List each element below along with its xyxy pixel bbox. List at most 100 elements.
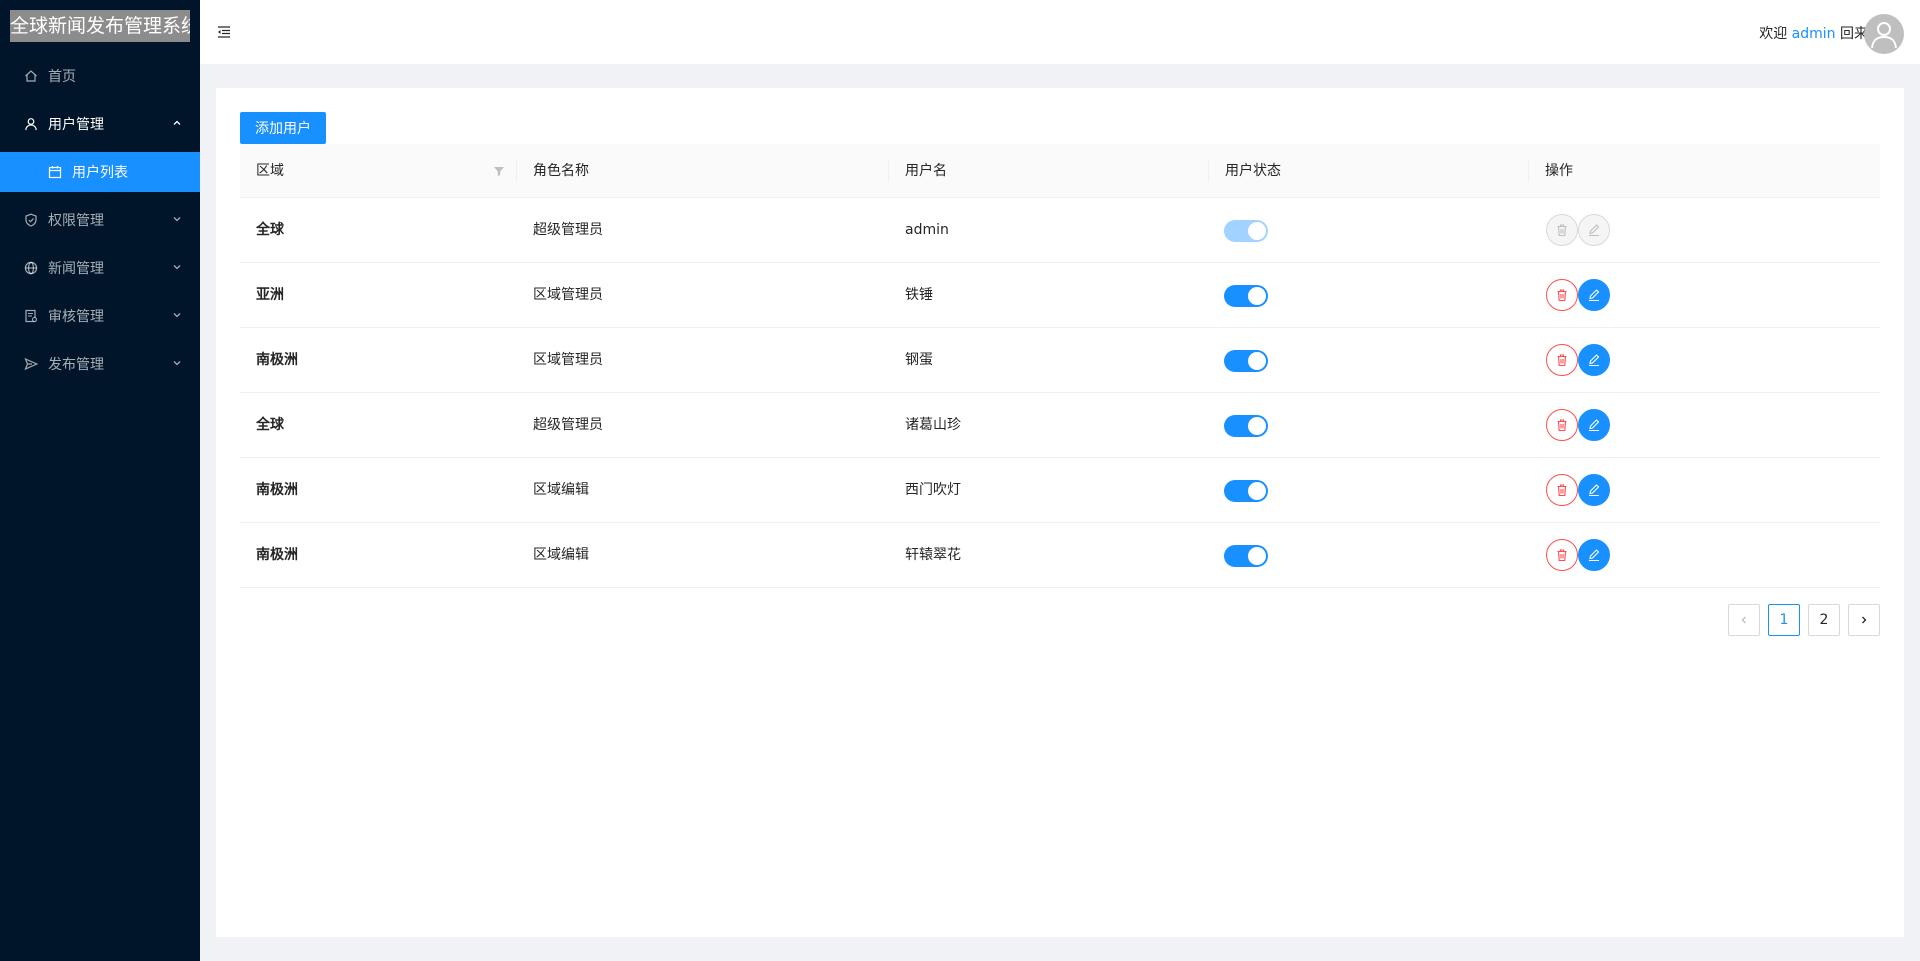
avatar[interactable]: [1864, 14, 1904, 54]
delete-icon: [1557, 484, 1567, 497]
chevron-down-icon: [173, 265, 181, 270]
table-row: 南极洲 区域编辑 西门吹灯: [240, 458, 1880, 523]
chevron-right-icon: [1862, 616, 1867, 624]
cell-region: 全球: [256, 222, 284, 238]
edit-icon: [1589, 289, 1600, 302]
edit-button[interactable]: [1578, 409, 1610, 441]
delete-button[interactable]: [1546, 474, 1578, 506]
status-toggle[interactable]: [1224, 415, 1268, 437]
chevron-up-icon: [173, 120, 181, 125]
delete-icon: [1557, 224, 1567, 237]
sidebar-item-permission[interactable]: 权限管理: [0, 200, 200, 240]
filter-icon[interactable]: [492, 164, 506, 178]
table-row: 亚洲 区域管理员 铁锤: [240, 263, 1880, 328]
cell-username: 诸葛山珍: [905, 417, 961, 433]
toggle-knob: [1248, 222, 1266, 240]
table-row: 全球 超级管理员 admin: [240, 198, 1880, 263]
table-row: 全球 超级管理员 诸葛山珍: [240, 393, 1880, 458]
shield-icon: [24, 213, 38, 227]
sidebar-item-publish[interactable]: 发布管理: [0, 344, 200, 384]
header-username: admin: [1791, 26, 1836, 42]
edit-icon: [1589, 419, 1600, 432]
sidebar-item-label: 审核管理: [48, 309, 104, 325]
toggle-knob: [1248, 287, 1266, 305]
toggle-knob: [1248, 352, 1266, 370]
cell-username: 西门吹灯: [905, 482, 961, 498]
sidebar-item-home[interactable]: 首页: [0, 56, 200, 96]
cell-username: 铁锤: [905, 287, 933, 303]
delete-icon: [1557, 354, 1567, 367]
cell-username: 轩辕翠花: [905, 547, 961, 563]
status-toggle[interactable]: [1224, 545, 1268, 567]
delete-button[interactable]: [1546, 344, 1578, 376]
delete-icon: [1557, 419, 1567, 432]
sidebar-item-label: 新闻管理: [48, 261, 104, 277]
edit-button[interactable]: [1578, 279, 1610, 311]
delete-button[interactable]: [1546, 214, 1578, 246]
pagination-next[interactable]: [1848, 604, 1880, 636]
calendar-icon: [48, 165, 62, 179]
column-header-role: 角色名称: [533, 163, 589, 179]
status-toggle[interactable]: [1224, 285, 1268, 307]
welcome-text: 欢迎 admin 回来: [1759, 23, 1868, 43]
status-toggle[interactable]: [1224, 480, 1268, 502]
cell-role: 超级管理员: [533, 222, 603, 238]
cell-username: admin: [905, 222, 949, 238]
edit-button[interactable]: [1578, 539, 1610, 571]
sidebar-item-label: 首页: [48, 69, 76, 85]
cell-role: 区域编辑: [533, 482, 589, 498]
delete-icon: [1557, 289, 1567, 302]
pagination-page-2[interactable]: 2: [1808, 604, 1840, 636]
home-icon: [24, 69, 38, 83]
delete-button[interactable]: [1546, 409, 1578, 441]
chevron-down-icon: [173, 313, 181, 318]
cell-username: 钢蛋: [905, 352, 933, 368]
edit-icon: [1589, 549, 1600, 562]
sidebar-item-user-management[interactable]: 用户管理: [0, 104, 200, 144]
edit-button[interactable]: [1578, 344, 1610, 376]
status-toggle[interactable]: [1224, 350, 1268, 372]
table-header: 区域 角色名称 用户名 用户状态 操作: [240, 144, 1880, 198]
column-header-actions: 操作: [1545, 163, 1573, 179]
cell-role: 区域管理员: [533, 287, 603, 303]
menu-fold-icon[interactable]: [216, 24, 232, 40]
header: 欢迎 admin 回来: [200, 0, 1920, 64]
table-body: 全球 超级管理员 admin 亚洲 区域管理员 铁锤 南极洲 区域管理员 钢蛋 全球 超级管理员 诸葛…: [240, 198, 1880, 588]
toggle-knob: [1248, 547, 1266, 565]
globe-icon: [24, 261, 38, 275]
pagination-prev[interactable]: [1728, 604, 1760, 636]
delete-icon: [1557, 549, 1567, 562]
sidebar-item-label: 用户管理: [48, 117, 104, 133]
cell-role: 超级管理员: [533, 417, 603, 433]
add-user-button[interactable]: 添加用户: [240, 112, 326, 144]
sidebar-item-label: 发布管理: [48, 357, 104, 373]
sidebar: 全球新闻发布管理系统 首页 用户管理 用户列表 权限管理 新闻管理 审核管理 发…: [0, 0, 200, 961]
sidebar-item-label: 权限管理: [48, 213, 104, 229]
status-toggle[interactable]: [1224, 220, 1268, 242]
cell-region: 南极洲: [256, 547, 298, 563]
delete-button[interactable]: [1546, 279, 1578, 311]
sidebar-item-label: 用户列表: [72, 165, 128, 181]
cell-role: 区域管理员: [533, 352, 603, 368]
chevron-down-icon: [173, 217, 181, 222]
toggle-knob: [1248, 482, 1266, 500]
chevron-down-icon: [173, 361, 181, 366]
audit-icon: [24, 309, 38, 323]
table-row: 南极洲 区域管理员 钢蛋: [240, 328, 1880, 393]
toggle-knob: [1248, 417, 1266, 435]
cell-region: 南极洲: [256, 482, 298, 498]
delete-button[interactable]: [1546, 539, 1578, 571]
sidebar-item-user-list[interactable]: 用户列表: [0, 152, 200, 192]
chevron-left-icon: [1741, 616, 1746, 624]
user-avatar-icon: [1871, 22, 1897, 49]
sidebar-item-news[interactable]: 新闻管理: [0, 248, 200, 288]
sidebar-item-audit[interactable]: 审核管理: [0, 296, 200, 336]
edit-icon: [1589, 354, 1600, 367]
user-icon: [24, 117, 38, 131]
pagination-page-1[interactable]: 1: [1768, 604, 1800, 636]
column-divider: [1208, 160, 1209, 182]
edit-button[interactable]: [1578, 214, 1610, 246]
column-header-region: 区域: [256, 163, 284, 179]
edit-button[interactable]: [1578, 474, 1610, 506]
column-divider: [1528, 160, 1529, 182]
